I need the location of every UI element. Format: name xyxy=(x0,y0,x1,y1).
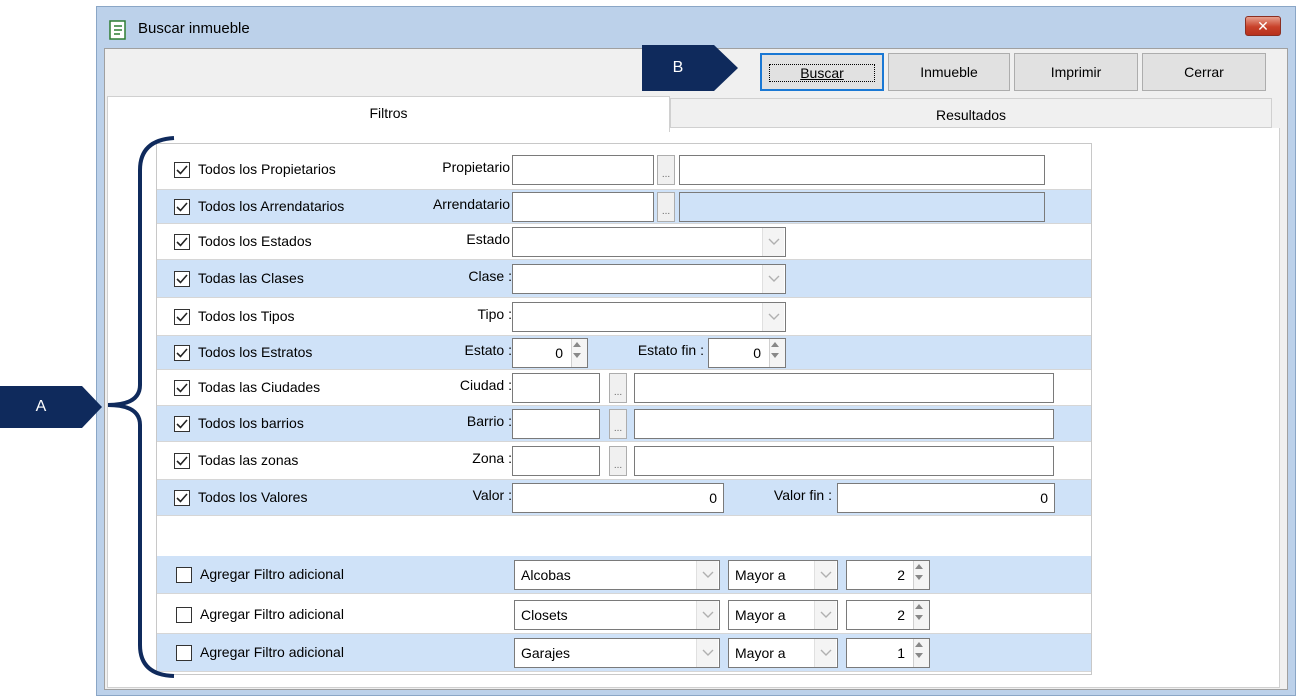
annotation-a-label: A xyxy=(35,398,47,415)
annotation-b-callout: B xyxy=(642,45,714,91)
annotation-brackets xyxy=(107,136,175,678)
annotation-b-arrow xyxy=(714,45,738,91)
annotation-a-callout: A xyxy=(0,386,82,428)
annotation-a-arrow xyxy=(82,386,102,428)
annotation-b-label: B xyxy=(672,59,684,76)
